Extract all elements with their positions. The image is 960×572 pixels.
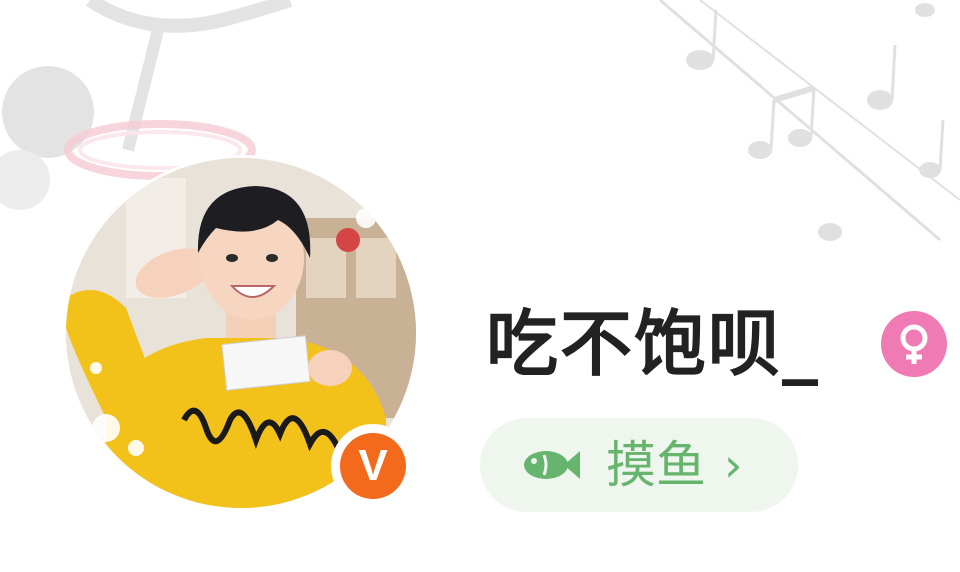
chevron-right-icon: › (724, 438, 743, 492)
vip-icon: V (340, 433, 406, 499)
status-chip[interactable]: 摸鱼 › (480, 418, 798, 512)
username: 吃不饱呗_ (486, 302, 821, 386)
female-icon (881, 311, 947, 377)
status-label: 摸鱼 (606, 436, 706, 494)
fish-icon (524, 451, 580, 479)
vip-badge: V (331, 424, 415, 508)
